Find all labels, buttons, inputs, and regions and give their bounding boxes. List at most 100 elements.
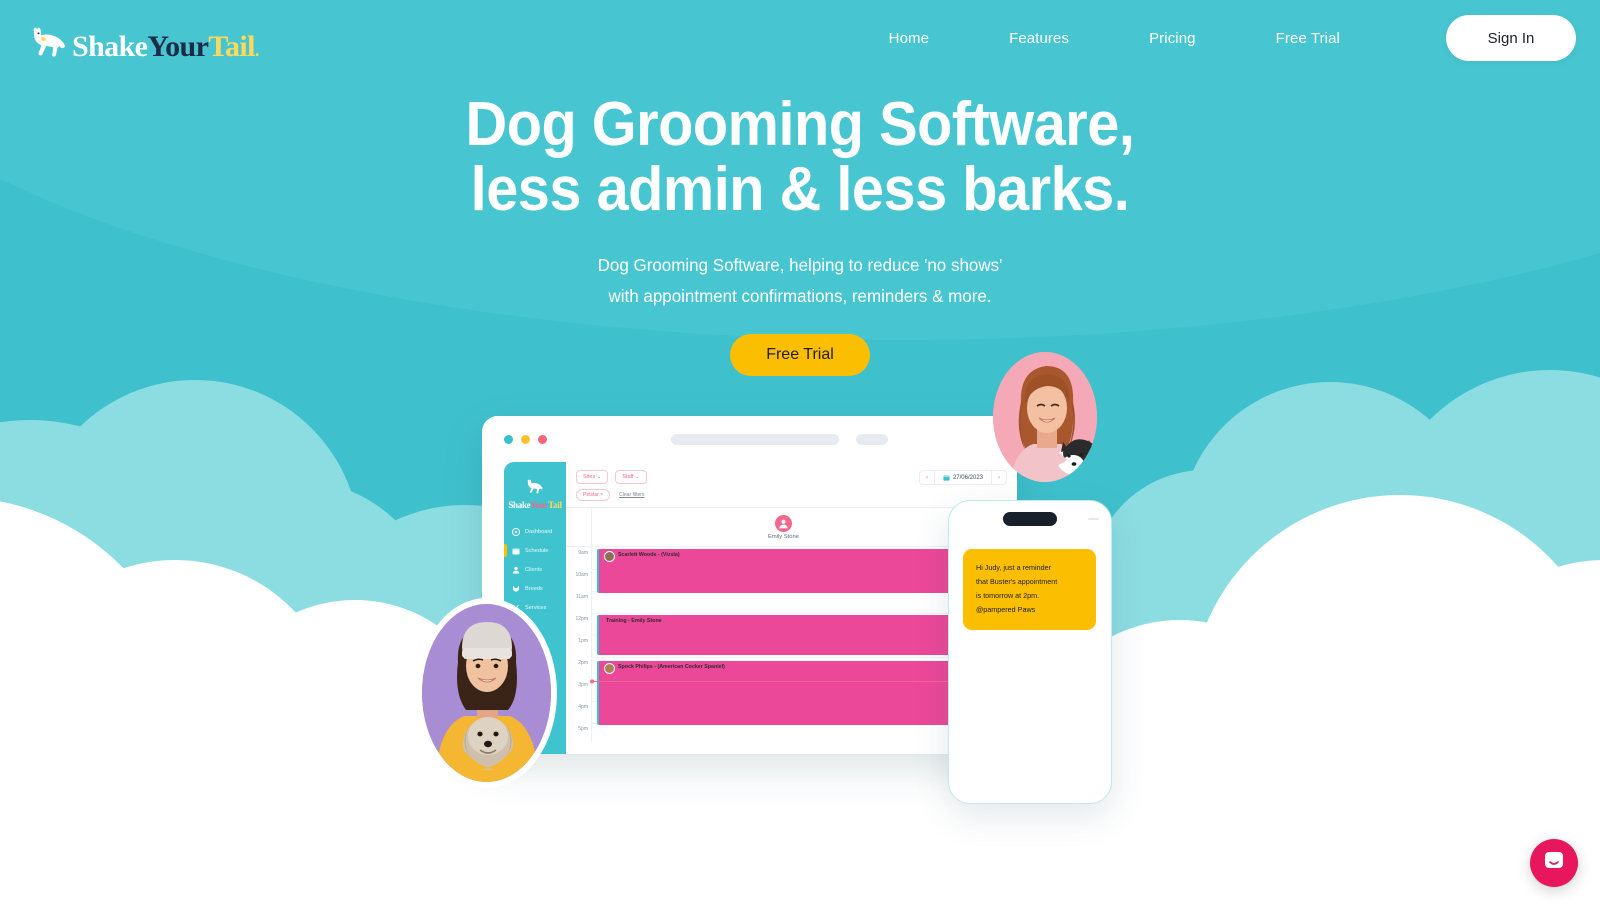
- sms-message-bubble: Hi Judy, just a reminder that Buster's a…: [963, 549, 1096, 631]
- appointment-avatar: [604, 551, 615, 562]
- phone-mockup: Hi Judy, just a reminder that Buster's a…: [948, 500, 1112, 804]
- appointment-title: Spock Philips - (American Cocker Spaniel…: [618, 664, 725, 670]
- person-icon: [512, 566, 520, 574]
- hero-subtitle-line-1: Dog Grooming Software, helping to reduce…: [597, 255, 1003, 276]
- landing-page: ShakeYourTail. Home Features Pricing Fre…: [0, 0, 1600, 907]
- dashboard-icon: [512, 527, 520, 536]
- time-label: 12pm: [575, 616, 588, 622]
- nav-item-free-trial[interactable]: Free Trial: [1236, 30, 1380, 47]
- browser-dot-pink: [538, 434, 547, 444]
- browser-window: ShakeYourTail Dashboard Schedule Clients…: [482, 416, 1017, 754]
- time-label: 2pm: [578, 660, 588, 666]
- chat-launcher-button[interactable]: [1530, 839, 1578, 887]
- browser-chrome-bar: [482, 416, 1017, 462]
- date-navigator: ‹ 27/06/2023 ›: [918, 470, 1007, 485]
- date-display[interactable]: 27/06/2023: [933, 471, 992, 484]
- time-label: 10am: [575, 572, 588, 578]
- sms-line-1: Hi Judy, just a reminder: [976, 563, 1051, 572]
- app-mockup: ShakeYourTail Dashboard Schedule Clients…: [482, 416, 1022, 756]
- staff-column-header: Emily Stone: [592, 514, 975, 540]
- browser-dot-yellow: [521, 434, 530, 444]
- appointment-block[interactable]: Spock Philips - (American Cocker Spaniel…: [597, 661, 970, 725]
- hero-cta-wrap: Free Trial: [0, 334, 1600, 377]
- active-filter-chip[interactable]: Petstar ×: [576, 489, 611, 501]
- sidebar-item-schedule[interactable]: Schedule: [504, 541, 566, 560]
- sms-line-3: is tomorrow at 2pm.: [976, 591, 1040, 601]
- staff-name-label: Emily Stone: [768, 533, 799, 540]
- sidebar-logo-shake: Shake: [508, 500, 531, 510]
- site-header: ShakeYourTail. Home Features Pricing Fre…: [0, 0, 1600, 76]
- app-body: ShakeYourTail Dashboard Schedule Clients…: [482, 462, 1017, 754]
- free-trial-cta-button[interactable]: Free Trial: [730, 334, 870, 377]
- sidebar-item-clients[interactable]: Clients: [504, 560, 566, 579]
- sidebar-logo-your: Your: [530, 500, 549, 510]
- date-value: 27/06/2023: [952, 474, 983, 481]
- sites-filter-label: Sites: [583, 474, 596, 480]
- time-label: 4pm: [578, 704, 588, 710]
- chat-message-icon: [1542, 849, 1566, 878]
- appointment-avatar: [604, 663, 615, 674]
- calendar-slot-column[interactable]: Scarlett Woods - (Vizsla) Training - Emi…: [590, 547, 975, 743]
- site-logo[interactable]: ShakeYourTail.: [28, 16, 259, 63]
- hero-title-line-2: less admin & less barks.: [470, 155, 1130, 225]
- sign-in-button[interactable]: Sign In: [1446, 15, 1576, 61]
- staff-filter-select[interactable]: Staff ⌄: [615, 470, 647, 484]
- sidebar-item-dashboard[interactable]: Dashboard: [504, 522, 566, 541]
- phone-notch: [1003, 512, 1057, 526]
- app-sidebar-logo: ShakeYourTail: [504, 470, 566, 510]
- appointment-title: Scarlett Woods - (Vizsla): [618, 552, 680, 558]
- sidebar-logo-tail: Tail: [548, 500, 562, 510]
- browser-secondary-pill[interactable]: [856, 433, 888, 445]
- customer-photo-purple: [416, 598, 557, 788]
- logo-text-tail: Tail: [208, 30, 255, 63]
- sidebar-item-breeds-label: Breeds: [525, 585, 543, 592]
- sidebar-item-breeds[interactable]: Breeds: [504, 579, 566, 598]
- filter-selects: Sites ⌄ Staff ⌄: [576, 470, 647, 484]
- calendar-gutter-head: [566, 508, 592, 546]
- hero-subtitle-line-2: with appointment confirmations, reminder…: [608, 286, 992, 307]
- browser-url-bar[interactable]: [671, 433, 839, 445]
- sidebar-item-clients-label: Clients: [525, 566, 543, 573]
- nav-item-home[interactable]: Home: [849, 30, 969, 47]
- logo-text-dot: .: [254, 40, 259, 60]
- sms-line-2: that Buster's appointment: [976, 577, 1058, 587]
- time-label: 5pm: [578, 726, 588, 732]
- logo-text-your: Your: [147, 30, 209, 63]
- browser-dot-blue: [504, 434, 513, 444]
- close-icon[interactable]: ×: [600, 492, 603, 498]
- appointment-title: Training - Emily Stone: [606, 618, 662, 624]
- dog-logo-icon: [28, 24, 70, 58]
- sms-line-4: @pampered Paws: [976, 605, 1036, 615]
- appointment-block[interactable]: Training - Emily Stone: [597, 615, 970, 655]
- main-nav: Home Features Pricing Free Trial Sign In: [849, 15, 1576, 61]
- appointment-block[interactable]: Scarlett Woods - (Vizsla): [597, 549, 970, 593]
- staff-filter-label: Staff: [622, 474, 634, 480]
- time-label: 9am: [578, 550, 588, 556]
- date-prev-button[interactable]: ‹: [920, 472, 934, 484]
- clear-filters-link[interactable]: Clear filters: [619, 492, 644, 498]
- calendar-icon: [512, 547, 520, 555]
- hero-subtitle: Dog Grooming Software, helping to reduce…: [24, 250, 1576, 312]
- nav-item-pricing[interactable]: Pricing: [1109, 30, 1236, 47]
- active-filter-chip-label: Petstar: [583, 492, 599, 498]
- hero-title-line-1: Dog Grooming Software,: [465, 90, 1135, 159]
- calendar-small-icon: [943, 474, 950, 481]
- logo-text-shake: Shake: [72, 30, 148, 63]
- page-title: Dog Grooming Software, less admin & less…: [56, 92, 1544, 222]
- phone-speaker: [1088, 518, 1099, 520]
- avatar: [775, 514, 792, 532]
- time-label: 1pm: [578, 638, 588, 644]
- sidebar-item-schedule-label: Schedule: [525, 547, 549, 554]
- calendar-time-gutter: 9am 10am 11am 12pm 1pm 2pm 3pm 4pm 5pm: [566, 547, 592, 743]
- sidebar-item-dashboard-label: Dashboard: [525, 528, 553, 535]
- sites-filter-select[interactable]: Sites ⌄: [576, 470, 609, 484]
- nav-item-features[interactable]: Features: [969, 30, 1109, 47]
- current-time-indicator: [590, 679, 975, 684]
- sidebar-dog-logo-icon: [524, 478, 546, 494]
- time-label: 11am: [575, 594, 588, 600]
- dog-icon: [512, 585, 520, 593]
- time-label: 3pm: [578, 682, 588, 688]
- date-next-button[interactable]: ›: [992, 472, 1006, 484]
- active-filter-row: Petstar × Clear filters: [566, 489, 1017, 507]
- calendar-filter-bar: Sites ⌄ Staff ⌄ ‹ 27/06/2023 ›: [566, 462, 1017, 489]
